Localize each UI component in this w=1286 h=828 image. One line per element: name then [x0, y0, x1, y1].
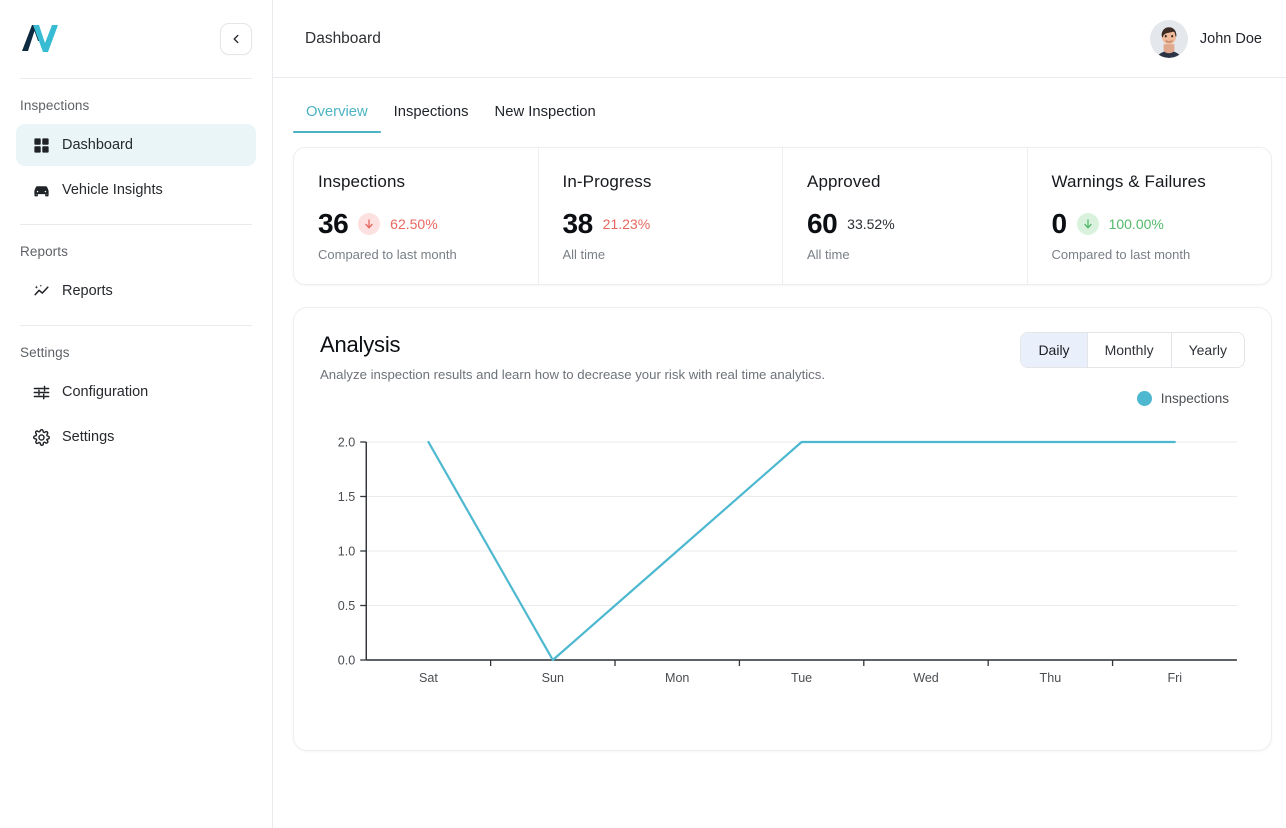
- stat-card-inspections: Inspections 36 62.50% Compared to last m…: [294, 148, 539, 284]
- stats-card-group: Inspections 36 62.50% Compared to last m…: [293, 147, 1272, 285]
- app-root: Inspections Dashboard Vehicle Insights R…: [0, 0, 1286, 828]
- stat-card-warnings-failures: Warnings & Failures 0 100.00% Compared t…: [1028, 148, 1272, 284]
- stat-percent: 21.23%: [602, 216, 651, 232]
- sidebar-header: [0, 0, 272, 78]
- sidebar-item-dashboard[interactable]: Dashboard: [16, 124, 256, 166]
- x-axis-tick-label: Tue: [791, 671, 812, 685]
- stat-note: All time: [562, 247, 606, 262]
- stat-title: Inspections: [318, 172, 406, 191]
- stat-value-row: 60 33.52%: [807, 210, 1003, 238]
- sidebar-item-dashboard-label: Dashboard: [62, 137, 133, 153]
- analysis-controls: Daily Monthly Yearly Inspections: [1020, 332, 1245, 406]
- trend-down-badge: [1076, 213, 1099, 235]
- user-menu[interactable]: John Doe: [1149, 19, 1262, 58]
- stat-note: Compared to last month: [1051, 247, 1191, 262]
- app-logo: [16, 19, 62, 59]
- y-axis-tick-label: 2.0: [338, 436, 355, 450]
- legend-color-dot: [1136, 391, 1152, 406]
- arrow-down-icon: [1083, 219, 1092, 229]
- tune-icon: [31, 382, 51, 402]
- stat-title: Approved: [807, 172, 881, 191]
- sidebar-item-settings[interactable]: Settings: [16, 416, 256, 458]
- y-axis-tick-label: 0.5: [338, 599, 355, 613]
- stat-card-in-progress: In-Progress 38 21.23% All time: [539, 148, 783, 284]
- arrow-down-icon: [365, 219, 373, 229]
- analysis-card: Analysis Analyze inspection results and …: [293, 307, 1272, 751]
- range-option-daily[interactable]: Daily: [1021, 333, 1088, 367]
- tab-overview[interactable]: Overview: [293, 104, 381, 133]
- sidebar-item-configuration-label: Configuration: [62, 384, 149, 400]
- page-title: Dashboard: [305, 29, 381, 47]
- sidebar-collapse-button[interactable]: [220, 23, 252, 55]
- x-axis-tick-label: Fri: [1167, 671, 1182, 685]
- sidebar-section-settings-label: Settings: [20, 345, 70, 360]
- analysis-header: Analysis Analyze inspection results and …: [320, 332, 1245, 406]
- analysis-subtitle: Analyze inspection results and learn how…: [320, 367, 826, 382]
- stat-title: In-Progress: [562, 172, 652, 191]
- analysis-heading-block: Analysis Analyze inspection results and …: [320, 332, 825, 382]
- stat-value: 0: [1051, 208, 1068, 239]
- y-axis-tick-label: 0.0: [338, 654, 355, 668]
- analysis-chart[interactable]: 0.0 0.5 1.0 1.5 2.0 Sat Sun Mon Tue Wed Thu Fri: [320, 430, 1245, 698]
- sidebar-section-reports-label: Reports: [20, 244, 68, 259]
- sidebar: Inspections Dashboard Vehicle Insights R…: [0, 0, 273, 828]
- gear-icon: [31, 427, 51, 447]
- trend-down-badge: [358, 213, 381, 235]
- legend-label: Inspections: [1160, 391, 1229, 406]
- chevron-left-icon: [233, 34, 239, 44]
- sidebar-item-reports-label: Reports: [62, 283, 113, 299]
- x-axis-tick-label: Wed: [913, 671, 939, 685]
- stat-value-row: 36 62.50%: [318, 210, 514, 238]
- x-axis-tick-label: Mon: [665, 671, 689, 685]
- sidebar-item-vehicle-insights-label: Vehicle Insights: [62, 182, 163, 198]
- grid-icon: [31, 135, 51, 155]
- sidebar-item-settings-label: Settings: [62, 429, 115, 445]
- stat-percent: 62.50%: [390, 216, 438, 232]
- range-option-monthly[interactable]: Monthly: [1087, 333, 1172, 367]
- content-area: Overview Inspections New Inspection Insp…: [273, 78, 1286, 828]
- tab-inspections[interactable]: Inspections: [381, 104, 482, 133]
- car-icon: [31, 180, 51, 200]
- stat-note: All time: [807, 247, 850, 262]
- sidebar-section-inspections-label: Inspections: [20, 98, 90, 113]
- stat-value: 60: [807, 208, 838, 239]
- x-axis-tick-label: Sat: [419, 671, 438, 685]
- y-axis-tick-label: 1.0: [338, 545, 355, 559]
- stat-note: Compared to last month: [318, 247, 457, 262]
- x-axis-tick-label: Sun: [542, 671, 564, 685]
- y-axis-tick-label: 1.5: [338, 490, 355, 504]
- sidebar-item-vehicle-insights[interactable]: Vehicle Insights: [16, 169, 256, 211]
- stat-percent: 33.52%: [847, 216, 895, 232]
- x-axis-tick-label: Thu: [1040, 671, 1062, 685]
- main-area: Dashboard John Doe Overview Inspections …: [273, 0, 1286, 828]
- avatar: [1149, 19, 1188, 58]
- stat-value-row: 0 100.00%: [1052, 210, 1248, 238]
- stat-value: 36: [318, 208, 349, 239]
- tab-new-inspection[interactable]: New Inspection: [482, 104, 609, 133]
- insights-icon: [31, 281, 51, 301]
- top-bar: Dashboard John Doe: [273, 0, 1286, 78]
- stat-value: 38: [562, 208, 594, 239]
- tab-bar: Overview Inspections New Inspection: [293, 78, 1272, 133]
- stat-title: Warnings & Failures: [1051, 172, 1206, 191]
- sidebar-item-reports[interactable]: Reports: [16, 270, 256, 312]
- sidebar-item-configuration[interactable]: Configuration: [16, 371, 256, 413]
- stat-percent: 100.00%: [1108, 216, 1164, 232]
- range-toggle-group: Daily Monthly Yearly: [1020, 332, 1245, 368]
- stat-card-approved: Approved 60 33.52% All time: [783, 148, 1028, 284]
- analysis-title: Analysis: [320, 332, 401, 357]
- line-chart-svg: 0.0 0.5 1.0 1.5 2.0 Sat Sun Mon Tue Wed Thu Fri: [338, 436, 1237, 685]
- chart-legend: Inspections: [1136, 391, 1229, 406]
- range-option-yearly[interactable]: Yearly: [1171, 333, 1244, 367]
- user-name: John Doe: [1199, 30, 1262, 47]
- stat-value-row: 38 21.23%: [563, 210, 759, 238]
